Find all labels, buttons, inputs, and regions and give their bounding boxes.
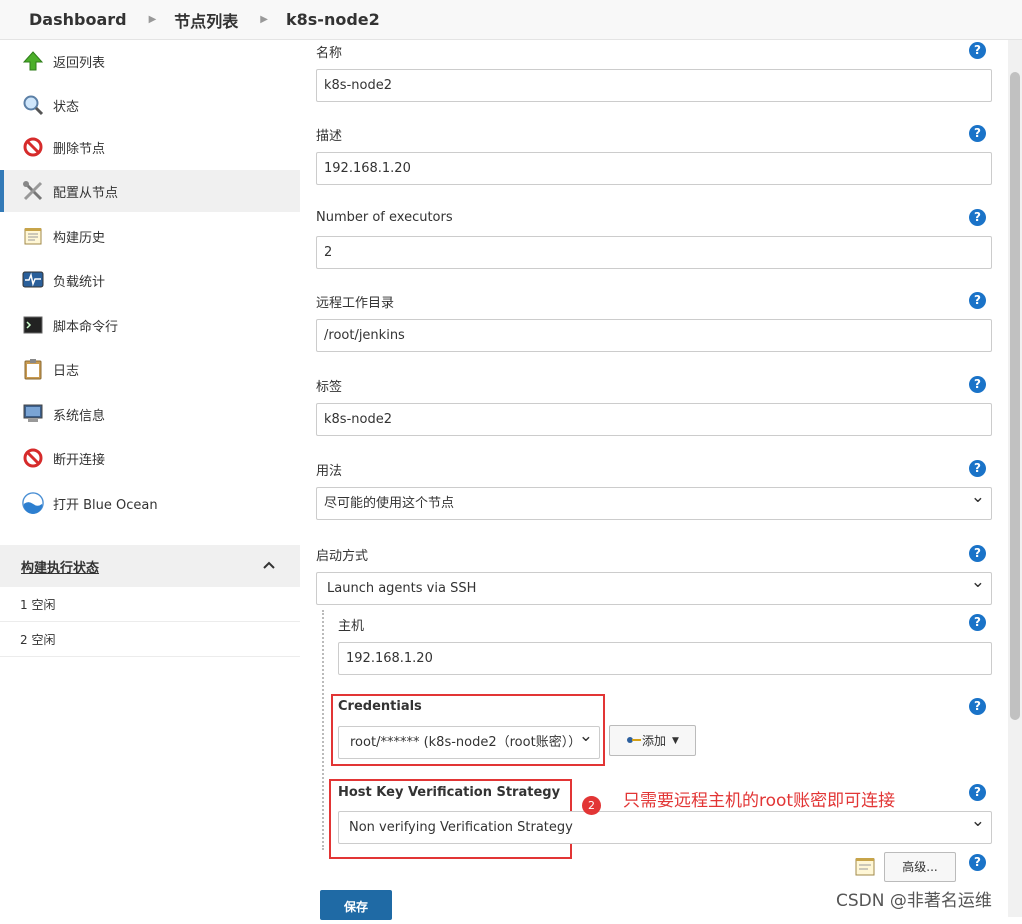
add-credentials-button[interactable]: 添加 ▼: [609, 725, 696, 756]
description-label: 描述: [316, 129, 343, 144]
clipboard-icon: [22, 358, 44, 380]
wrench-screwdriver-icon: [22, 180, 44, 202]
executors-field[interactable]: 2: [316, 236, 992, 269]
help-icon[interactable]: ?: [969, 614, 986, 631]
usage-select[interactable]: 尽可能的使用这个节点: [316, 487, 992, 520]
sidebar-item-load-statistics[interactable]: 负载统计: [0, 259, 300, 301]
name-label: 名称: [316, 46, 343, 61]
breadcrumb-dashboard[interactable]: Dashboard: [29, 10, 127, 29]
key-icon: [626, 734, 642, 748]
sidebar-item-status[interactable]: 状态: [0, 84, 300, 126]
help-icon[interactable]: ?: [969, 460, 986, 477]
help-icon[interactable]: ?: [969, 784, 986, 801]
labels-field[interactable]: k8s-node2: [316, 403, 992, 436]
nested-section-divider: [322, 610, 324, 850]
executors-label: Number of executors: [316, 210, 453, 225]
no-entry-icon: [22, 447, 44, 469]
remote-dir-label: 远程工作目录: [316, 296, 395, 311]
sidebar-item-build-history[interactable]: 构建历史: [0, 215, 300, 257]
name-field[interactable]: k8s-node2: [316, 69, 992, 102]
executor-row: 1 空闲: [0, 588, 300, 622]
annotation-badge: 2: [582, 796, 601, 815]
help-icon[interactable]: ?: [969, 209, 986, 226]
host-field[interactable]: 192.168.1.20: [338, 642, 992, 675]
save-button[interactable]: 保存: [320, 890, 392, 920]
help-icon[interactable]: ?: [969, 698, 986, 715]
executor-row: 2 空闲: [0, 623, 300, 657]
description-field[interactable]: 192.168.1.20: [316, 152, 992, 185]
notepad-icon: [22, 225, 44, 247]
breadcrumb-separator-icon: ▶: [148, 14, 157, 25]
help-icon[interactable]: ?: [969, 854, 986, 871]
credentials-select[interactable]: root/****** (k8s-node2（root账密））: [338, 726, 600, 759]
terminal-icon: [22, 314, 44, 336]
help-icon[interactable]: ?: [969, 376, 986, 393]
host-key-label: Host Key Verification Strategy: [338, 785, 561, 800]
scrollbar-thumb[interactable]: [1010, 72, 1020, 720]
usage-label: 用法: [316, 464, 343, 479]
sidebar-item-delete-node[interactable]: 删除节点: [0, 126, 300, 168]
help-icon[interactable]: ?: [969, 292, 986, 309]
chevron-up-icon[interactable]: [262, 559, 276, 574]
sidebar-item-log[interactable]: 日志: [0, 348, 300, 390]
annotation-text: 只需要远程主机的root账密即可连接: [623, 791, 896, 811]
launch-method-select[interactable]: Launch agents via SSH: [316, 572, 992, 605]
advanced-button[interactable]: 高级...: [884, 852, 956, 882]
breadcrumb-separator-icon: ▶: [260, 14, 268, 25]
launch-method-label: 启动方式: [316, 549, 369, 564]
breadcrumb: Dashboard ▶ 节点列表 ▶ k8s-node2: [0, 0, 1022, 40]
executor-status-title[interactable]: 构建执行状态: [21, 557, 99, 576]
notepad-icon: [854, 855, 876, 881]
monitor-graph-icon: [22, 269, 44, 291]
breadcrumb-node-list[interactable]: 节点列表: [174, 8, 238, 32]
sidebar: 返回列表 状态 删除节点 配置从节点 构建历史 负载统计 脚本命令行 日志 系统…: [0, 40, 300, 917]
help-icon[interactable]: ?: [969, 42, 986, 59]
host-label: 主机: [338, 619, 365, 634]
computer-icon: [22, 403, 44, 425]
credentials-label: Credentials: [338, 699, 422, 714]
host-key-select[interactable]: Non verifying Verification Strategy: [338, 811, 992, 844]
sidebar-item-back-to-list[interactable]: 返回列表: [0, 40, 300, 82]
sidebar-item-system-info[interactable]: 系统信息: [0, 393, 300, 435]
breadcrumb-current-node[interactable]: k8s-node2: [286, 10, 380, 29]
watermark: CSDN @非著名运维: [836, 891, 992, 911]
help-icon[interactable]: ?: [969, 125, 986, 142]
blue-ocean-icon: [22, 492, 44, 514]
sidebar-item-script-console[interactable]: 脚本命令行: [0, 304, 300, 346]
arrow-up-icon: [22, 50, 44, 72]
sidebar-item-blue-ocean[interactable]: 打开 Blue Ocean: [0, 482, 300, 524]
no-entry-icon: [22, 136, 44, 158]
help-icon[interactable]: ?: [969, 545, 986, 562]
magnifier-icon: [22, 94, 44, 116]
remote-dir-field[interactable]: /root/jenkins: [316, 319, 992, 352]
executor-status-header[interactable]: 构建执行状态: [0, 545, 300, 587]
caret-down-icon: ▼: [672, 735, 679, 746]
sidebar-item-disconnect[interactable]: 断开连接: [0, 437, 300, 479]
labels-label: 标签: [316, 380, 343, 395]
sidebar-item-configure-node[interactable]: 配置从节点: [0, 170, 300, 212]
